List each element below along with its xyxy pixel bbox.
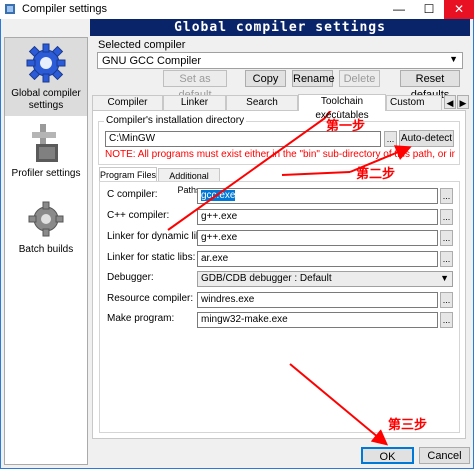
step3-annotation: 第三步 — [388, 418, 428, 433]
make-program-label: Make program: — [107, 313, 175, 324]
sidebar-item-label: Global compiler settings — [11, 88, 81, 111]
tab-custom-variables[interactable]: Custom variab — [386, 95, 442, 110]
resource-compiler-input[interactable]: windres.exe — [197, 292, 438, 308]
window-title: Compiler settings — [22, 3, 107, 15]
debugger-label: Debugger: — [107, 272, 154, 283]
tab-scroll-right[interactable]: ▶ — [457, 95, 469, 109]
minimize-button[interactable]: — — [384, 0, 414, 19]
path-note: NOTE: All programs must exist either in … — [105, 149, 455, 160]
cpp-compiler-label: C++ compiler: — [107, 210, 170, 221]
ok-button[interactable]: OK — [361, 447, 414, 464]
subtab-additional-paths[interactable]: Additional Paths — [158, 168, 220, 195]
dynamic-linker-label: Linker for dynamic libs: — [107, 231, 210, 242]
maximize-button[interactable]: ☐ — [414, 0, 444, 19]
tab-compiler-settings[interactable]: Compiler settings — [92, 95, 163, 122]
copy-button[interactable]: Copy — [245, 70, 286, 87]
step2-annotation: 第二步 — [356, 167, 396, 182]
dynamic-linker-input[interactable]: g++.exe — [197, 230, 438, 246]
delete-button[interactable]: Delete — [339, 70, 380, 87]
chevron-down-icon: ▼ — [449, 54, 458, 64]
compiler-select[interactable]: GNU GCC Compiler ▼ — [97, 52, 463, 69]
app-icon — [5, 4, 15, 14]
static-linker-label: Linker for static libs: — [107, 252, 196, 263]
cpp-compiler-browse-button[interactable]: ... — [440, 209, 453, 225]
sidebar: Global compiler settings Profiler settin… — [4, 37, 88, 465]
static-linker-browse-button[interactable]: ... — [440, 251, 453, 267]
install-dir-label: Compiler's installation directory — [104, 115, 247, 126]
dynamic-linker-browse-button[interactable]: ... — [440, 230, 453, 246]
tab-toolchain-executables[interactable]: Toolchain executables — [298, 94, 386, 121]
chevron-down-icon: ▼ — [440, 273, 449, 283]
sidebar-item-profiler[interactable]: Profiler settings — [5, 122, 87, 182]
page-banner: Global compiler settings — [90, 19, 470, 36]
sidebar-item-label: Batch builds — [18, 244, 74, 255]
sidebar-item-global-compiler[interactable]: Global compiler settings — [5, 38, 87, 116]
install-dir-browse-button[interactable]: ... — [384, 131, 397, 147]
rename-button[interactable]: Rename — [292, 70, 335, 87]
make-program-input[interactable]: mingw32-make.exe — [197, 312, 438, 328]
subtab-program-files[interactable]: Program Files — [99, 167, 157, 181]
c-compiler-value: gcc.exe — [201, 190, 236, 201]
static-linker-input[interactable]: ar.exe — [197, 251, 438, 267]
selected-compiler-label: Selected compiler — [98, 39, 186, 51]
c-compiler-label: C compiler: — [107, 189, 158, 200]
debugger-select[interactable]: GDB/CDB debugger : Default ▼ — [197, 271, 453, 287]
cpp-compiler-input[interactable]: g++.exe — [197, 209, 438, 225]
tab-linker-settings[interactable]: Linker settings — [163, 95, 226, 122]
cancel-button[interactable]: Cancel — [419, 447, 470, 464]
resource-compiler-label: Resource compiler: — [107, 293, 194, 304]
tab-scroll-left[interactable]: ◀ — [444, 95, 456, 109]
tab-search-directories[interactable]: Search directories — [226, 95, 298, 122]
batch-gear-icon — [28, 201, 64, 237]
auto-detect-button[interactable]: Auto-detect — [399, 130, 454, 147]
sidebar-item-label: Profiler settings — [11, 168, 81, 179]
close-button[interactable]: ✕ — [444, 0, 474, 19]
c-compiler-input[interactable]: gcc.exe — [197, 188, 438, 204]
title-bar: Compiler settings — ☐ ✕ — [0, 0, 474, 19]
sidebar-item-batch-builds[interactable]: Batch builds — [5, 198, 87, 260]
resource-compiler-browse-button[interactable]: ... — [440, 292, 453, 308]
gear-icon — [26, 43, 66, 83]
profiler-icon — [32, 124, 58, 162]
make-program-browse-button[interactable]: ... — [440, 312, 453, 328]
reset-defaults-button[interactable]: Reset defaults — [400, 70, 460, 101]
c-compiler-browse-button[interactable]: ... — [440, 188, 453, 204]
debugger-select-value: GDB/CDB debugger : Default — [201, 273, 332, 284]
compiler-select-value: GNU GCC Compiler — [102, 55, 202, 67]
set-as-default-button[interactable]: Set as default — [163, 70, 227, 101]
